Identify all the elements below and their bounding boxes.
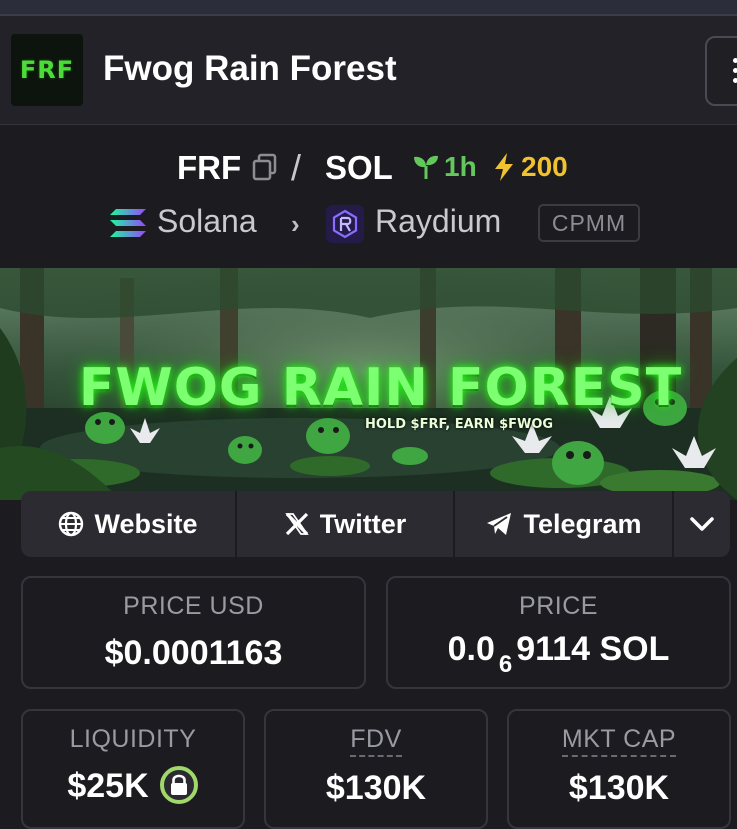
fdv-card: FDV $130K — [264, 709, 488, 829]
x-logo-icon — [285, 512, 309, 536]
social-links-bar: Website Twitter Telegram — [21, 491, 730, 557]
chain-dex-row: Solana › Raydium CPMM — [0, 201, 737, 245]
price-usd-label: PRICE USD — [123, 592, 264, 620]
liquidity-value: $25K — [67, 767, 149, 805]
token-header: FRF Fwog Rain Forest — [0, 16, 737, 125]
banner-subtitle: HOLD $FRF, EARN $FWOG — [365, 417, 554, 432]
price-native-suffix: 9114 SOL — [516, 630, 670, 668]
copy-icon[interactable] — [252, 153, 278, 181]
token-logo: FRF — [11, 34, 83, 106]
pair-age: 1h — [444, 151, 477, 182]
dex-name[interactable]: Raydium — [375, 203, 501, 240]
pair-separator: / — [291, 147, 302, 188]
price-native-prefix: 0.0 — [447, 630, 495, 668]
dex-type-badge: CPMM — [538, 204, 640, 242]
liquidity-card: LIQUIDITY $25K — [21, 709, 245, 829]
token-banner: FWOG RAIN FOREST HOLD $FRF, EARN $FWOG — [0, 268, 737, 500]
lock-icon[interactable] — [159, 765, 199, 805]
banner-title: FWOG RAIN FOREST — [78, 358, 683, 418]
mkt-cap-label: MKT CAP — [561, 725, 677, 757]
twitter-button[interactable]: Twitter — [237, 491, 455, 557]
sprout-icon — [414, 155, 438, 179]
price-native-value: 0.0 6 9114 SOL — [388, 630, 729, 678]
globe-icon — [59, 511, 84, 537]
more-links-button[interactable] — [674, 491, 730, 557]
price-usd-value: $0.0001163 — [104, 634, 283, 672]
token-logo-text: FRF — [19, 56, 75, 84]
lightning-icon — [495, 153, 513, 181]
liquidity-label: LIQUIDITY — [69, 725, 197, 753]
price-native-zero-count: 6 — [498, 651, 513, 678]
base-token-symbol: FRF — [177, 149, 242, 186]
price-usd-card: PRICE USD $0.0001163 — [21, 576, 366, 689]
fdv-label: FDV — [350, 725, 402, 757]
chevron-down-icon — [690, 517, 714, 531]
fdv-value: $130K — [325, 769, 427, 807]
page-title: Fwog Rain Forest — [103, 49, 397, 88]
more-menu-button[interactable] — [705, 36, 737, 106]
mkt-cap-label-wrap[interactable]: MKT CAP — [509, 725, 729, 757]
pair-info: FRF / SOL 1h 200 Solana › Raydium CPMM — [0, 125, 737, 268]
solana-icon[interactable] — [108, 207, 148, 239]
telegram-icon — [487, 513, 512, 535]
kebab-menu-icon — [733, 58, 737, 88]
mkt-cap-card: MKT CAP $130K — [507, 709, 731, 829]
browser-top-strip — [0, 0, 737, 16]
boost-count: 200 — [521, 151, 568, 182]
website-label: Website — [94, 508, 198, 539]
chevron-right-icon: › — [291, 209, 300, 239]
twitter-label: Twitter — [319, 508, 407, 539]
fdv-label-wrap[interactable]: FDV — [266, 725, 486, 757]
chain-name[interactable]: Solana — [157, 203, 257, 240]
website-button[interactable]: Website — [21, 491, 237, 557]
price-native-card: PRICE 0.0 6 9114 SOL — [386, 576, 731, 689]
pair-row: FRF / SOL 1h 200 — [0, 147, 737, 189]
liquidity-value-row: $25K — [23, 765, 243, 808]
telegram-button[interactable]: Telegram — [455, 491, 674, 557]
quote-token-symbol: SOL — [325, 149, 393, 186]
mkt-cap-value: $130K — [568, 769, 670, 807]
telegram-label: Telegram — [523, 508, 642, 539]
price-native-label: PRICE — [519, 592, 598, 620]
raydium-icon[interactable] — [326, 205, 364, 243]
